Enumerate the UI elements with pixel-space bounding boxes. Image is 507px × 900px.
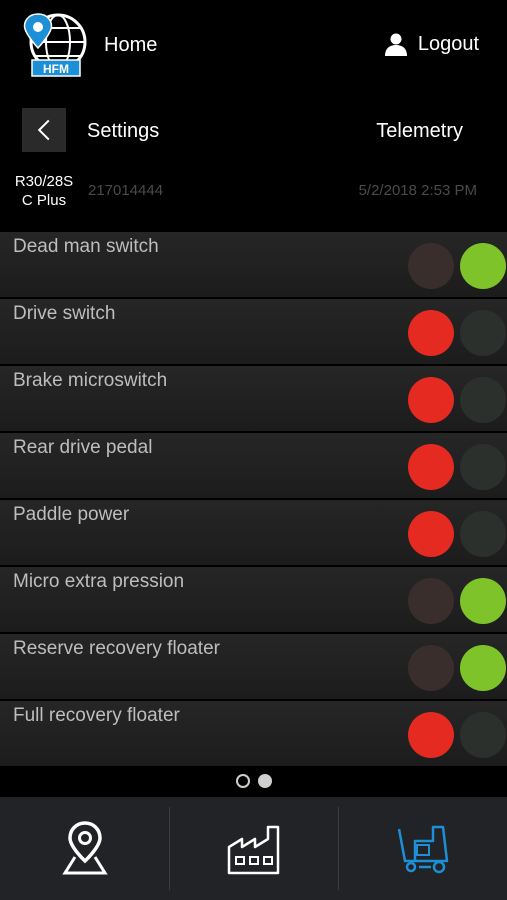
tab-map[interactable] <box>0 797 169 900</box>
home-link[interactable]: Home <box>104 34 157 57</box>
map-pin-icon <box>61 820 108 874</box>
switch-label: Rear drive pedal <box>13 437 153 458</box>
switch-label: Drive switch <box>13 303 116 324</box>
switch-row: Drive switch <box>0 299 507 364</box>
red-status-led <box>408 511 454 557</box>
top-bar: HFM Home Logout <box>0 0 507 95</box>
switch-label: Brake microswitch <box>13 370 168 391</box>
tab-site[interactable] <box>169 797 338 900</box>
red-status-led <box>408 377 454 423</box>
green-status-led <box>460 243 506 289</box>
page-indicator <box>0 766 507 796</box>
green-status-led <box>460 645 506 691</box>
switch-label: Micro extra pression <box>13 571 185 592</box>
page-dot-1[interactable] <box>235 774 250 788</box>
switch-label: Full recovery floater <box>13 705 180 726</box>
switch-row: Dead man switch <box>0 232 507 297</box>
green-status-led <box>460 444 506 490</box>
green-status-led <box>460 712 506 758</box>
switch-label: Reserve recovery floater <box>13 638 220 659</box>
switch-row: Full recovery floater <box>0 701 507 766</box>
model-line-2: C Plus <box>21 192 67 209</box>
user-icon <box>384 33 407 56</box>
serial-number: 217014444 <box>88 182 164 199</box>
factory-icon <box>227 825 279 874</box>
red-status-led <box>408 578 454 624</box>
page-dot-2[interactable] <box>257 774 272 788</box>
tab-machine[interactable] <box>338 797 507 900</box>
switch-label: Paddle power <box>13 504 130 525</box>
switch-label: Dead man switch <box>13 236 159 257</box>
hfm-logo[interactable]: HFM <box>20 10 88 80</box>
back-button[interactable] <box>22 108 66 152</box>
logout-label: Logout <box>417 32 479 55</box>
red-status-led <box>408 712 454 758</box>
switch-row: Micro extra pression <box>0 567 507 632</box>
red-status-led <box>408 645 454 691</box>
bottom-tab-bar <box>0 797 507 900</box>
machine-info: R30/28S C Plus 217014444 5/2/2018 2:53 P… <box>0 168 507 230</box>
switch-row: Brake microswitch <box>0 366 507 431</box>
scrubber-machine-icon <box>397 825 448 873</box>
switch-row: Rear drive pedal <box>0 433 507 498</box>
timestamp: 5/2/2018 2:53 PM <box>358 182 477 199</box>
red-status-led <box>408 444 454 490</box>
green-status-led <box>460 310 506 356</box>
machine-model: R30/28S C Plus <box>4 172 84 210</box>
switch-row: Reserve recovery floater <box>0 634 507 699</box>
chevron-left-icon <box>37 119 50 141</box>
logout-button[interactable]: Logout <box>384 32 479 56</box>
switch-row: Paddle power <box>0 500 507 565</box>
red-status-led <box>408 243 454 289</box>
model-line-1: R30/28S <box>14 173 74 190</box>
telemetry-link[interactable]: Telemetry <box>376 120 463 143</box>
green-status-led <box>460 377 506 423</box>
page-title: Settings <box>87 120 160 142</box>
logo-text: HFM <box>43 62 69 76</box>
green-status-led <box>460 578 506 624</box>
green-status-led <box>460 511 506 557</box>
switch-list: Dead man switch Drive switch Brake micro… <box>0 232 507 768</box>
nav-bar: Settings Telemetry <box>0 100 507 160</box>
red-status-led <box>408 310 454 356</box>
